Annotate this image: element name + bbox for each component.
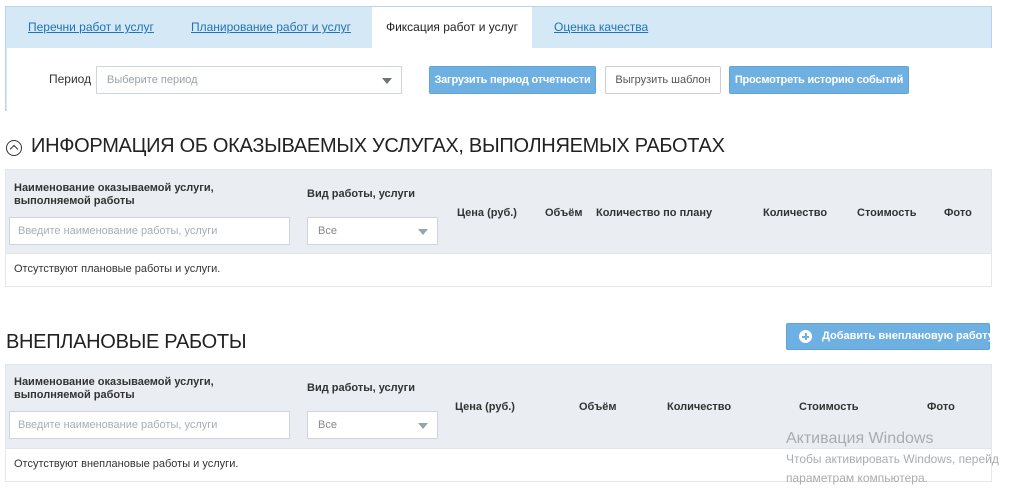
chevron-down-icon [418,423,428,429]
column-qty-header: Количество [667,401,732,413]
column-photo-header: Фото [944,207,972,219]
type-filter-select[interactable]: Все [307,217,438,245]
load-period-button[interactable]: Загрузить период отчетности [429,66,596,94]
export-template-button[interactable]: Выгрузить шаблон [605,66,721,94]
type-filter-select[interactable]: Все [307,411,438,439]
planned-table-header: Наименование оказываемой услуги, выполня… [5,169,992,254]
watermark-line1: Чтобы активировать Windows, перейд [786,452,999,466]
column-cost-header: Стоимость [799,401,859,413]
top-panel: Перечни работ и услуг Планирование работ… [5,6,992,111]
column-volume-header: Объём [579,401,617,413]
tab-work-lists[interactable]: Перечни работ и услуг [28,7,154,48]
column-name-header: Наименование оказываемой услуги, выполня… [14,376,214,401]
column-type-header: Вид работы, услуги [307,382,415,394]
column-volume-header: Объём [545,207,583,219]
tab-bar: Перечни работ и услуг Планирование работ… [6,7,991,48]
period-select-placeholder: Выберите период [107,74,198,86]
period-label: Период [49,72,92,86]
column-planned-qty-header: Количество по плану [596,207,713,219]
tab-work-planning[interactable]: Планирование работ и услуг [191,7,351,48]
watermark-title: Активация Windows [786,430,934,447]
column-price-header: Цена (руб.) [455,401,515,413]
name-filter-input[interactable]: Введите наименование работы, услуги [9,217,290,245]
column-qty-header: Количество [763,207,828,219]
column-price-header: Цена (руб.) [457,207,517,219]
period-select[interactable]: Выберите период [96,66,402,94]
plus-icon [799,330,812,343]
unplanned-section-title: ВНЕПЛАНОВЫЕ РАБОТЫ [6,331,247,353]
name-filter-input[interactable]: Введите наименование работы, услуги [9,411,290,439]
type-filter-value: Все [318,225,337,237]
collapse-section-icon[interactable] [6,140,22,156]
tab-work-recording[interactable]: Фиксация работ и услуг [372,7,532,48]
column-cost-header: Стоимость [857,207,917,219]
planned-empty-row: Отсутствуют плановые работы и услуги. [5,254,992,287]
column-photo-header: Фото [927,401,955,413]
add-unplanned-work-button[interactable]: Добавить внеплановую работу [786,323,994,350]
chevron-down-icon [382,78,392,84]
watermark-line2: параметрам компьютера. [786,471,928,485]
tab-quality-assessment[interactable]: Оценка качества [554,7,648,48]
column-type-header: Вид работы, услуги [307,188,415,200]
add-unplanned-work-label: Добавить внеплановую работу [822,330,994,342]
history-button[interactable]: Просмотреть историю событий [729,66,909,94]
column-name-header: Наименование оказываемой услуги, выполня… [14,182,214,207]
type-filter-value: Все [318,419,337,431]
planned-section-title: ИНФОРМАЦИЯ ОБ ОКАЗЫВАЕМЫХ УСЛУГАХ, ВЫПОЛ… [31,135,725,157]
toolbar: Период Выберите период Загрузить период … [7,48,992,111]
chevron-down-icon [418,229,428,235]
